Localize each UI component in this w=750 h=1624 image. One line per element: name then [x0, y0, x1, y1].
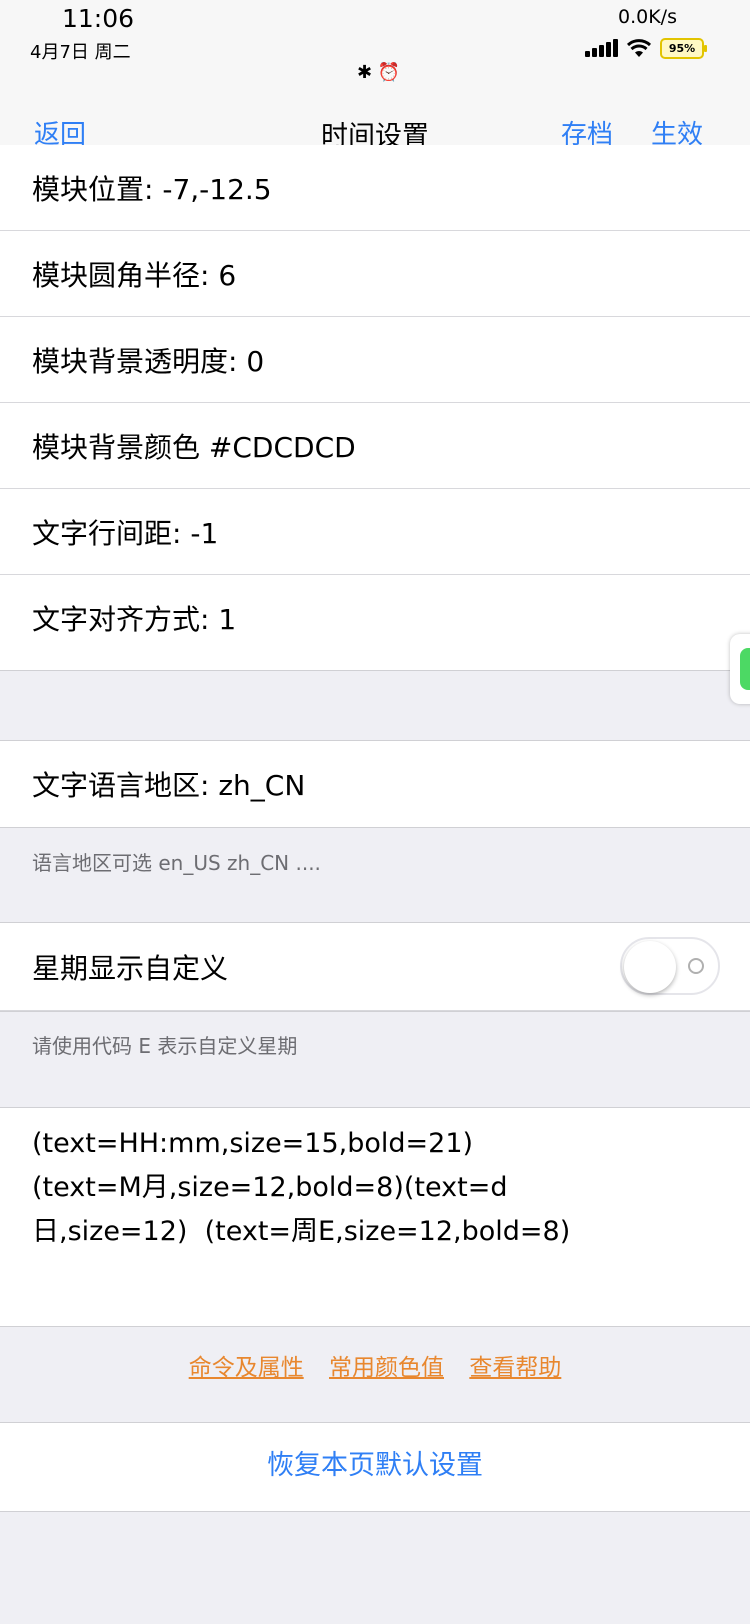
link-common-colors[interactable]: 常用颜色值	[329, 1355, 444, 1381]
settings-row-locale[interactable]: 文字语言地区: zh_CN	[0, 741, 750, 827]
signal-icon	[585, 39, 618, 57]
status-icons: 95%	[585, 36, 707, 60]
link-view-help[interactable]: 查看帮助	[469, 1355, 561, 1381]
wifi-icon	[626, 39, 652, 57]
bluetooth-alarm-icon: ✱ ⏰	[357, 62, 401, 83]
status-net-speed: 0.0K/s	[618, 6, 677, 28]
floating-side-tab[interactable]	[730, 634, 750, 704]
weekday-hint: 请使用代码 E 表示自定义星期	[32, 1034, 298, 1058]
battery-icon: 95%	[660, 37, 707, 59]
settings-row-module-position[interactable]: 模块位置: -7,-12.5	[0, 145, 750, 231]
weekday-toggle[interactable]	[620, 937, 720, 995]
settings-row-corner-radius[interactable]: 模块圆角半径: 6	[0, 231, 750, 317]
weekday-group: 星期显示自定义	[0, 922, 750, 1012]
status-bar: 11:06 4月7日 周二 0.0K/s ✱ ⏰ 95%	[0, 0, 750, 90]
toggle-knob	[624, 941, 676, 993]
restore-defaults-button[interactable]: 恢复本页默认设置	[0, 1423, 750, 1509]
help-links: 命令及属性 常用颜色值 查看帮助	[0, 1348, 750, 1382]
status-date: 4月7日 周二	[30, 42, 131, 63]
format-code-group: (text=HH:mm,size=15,bold=21) (text=M月,si…	[0, 1107, 750, 1327]
restore-group: 恢复本页默认设置	[0, 1422, 750, 1512]
settings-row-bg-color[interactable]: 模块背景颜色 #CDCDCD	[0, 403, 750, 489]
toggle-off-indicator	[688, 958, 704, 974]
settings-row-line-spacing[interactable]: 文字行间距: -1	[0, 489, 750, 575]
locale-group: 文字语言地区: zh_CN	[0, 740, 750, 828]
settings-row-bg-opacity[interactable]: 模块背景透明度: 0	[0, 317, 750, 403]
link-commands-attributes[interactable]: 命令及属性	[189, 1355, 304, 1381]
status-time: 11:06	[62, 4, 135, 33]
format-code-textarea[interactable]: (text=HH:mm,size=15,bold=21) (text=M月,si…	[0, 1108, 750, 1254]
side-tab-indicator	[740, 648, 750, 690]
locale-hint: 语言地区可选 en_US zh_CN ....	[32, 851, 321, 875]
settings-group: 模块位置: -7,-12.5 模块圆角半径: 6 模块背景透明度: 0 模块背景…	[0, 145, 750, 671]
settings-row-text-align[interactable]: 文字对齐方式: 1	[0, 575, 750, 661]
